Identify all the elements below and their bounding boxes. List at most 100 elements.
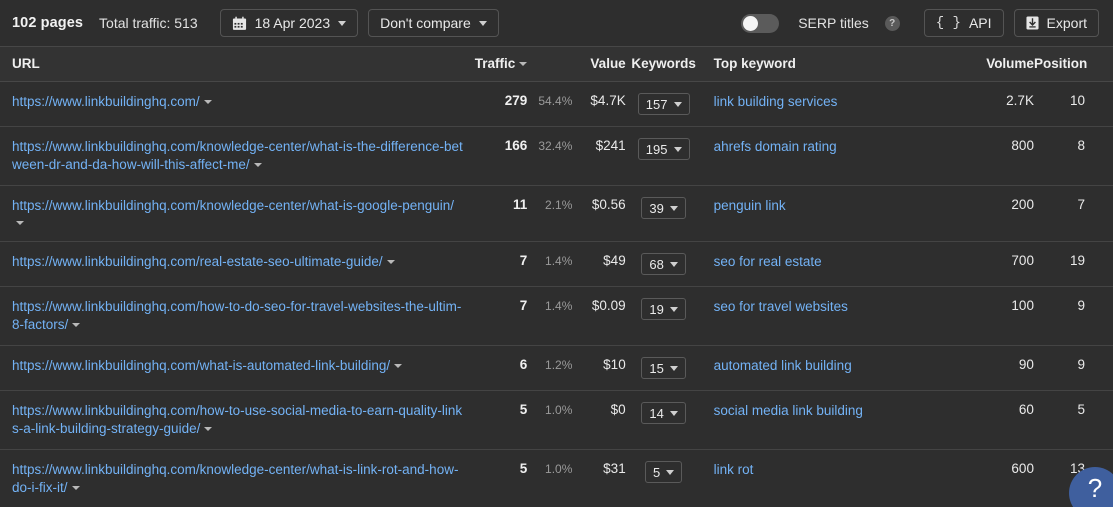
url-menu-chevron-icon[interactable] — [253, 163, 262, 168]
url-link[interactable]: https://www.linkbuildinghq.com/knowledge… — [12, 198, 454, 213]
keywords-count: 14 — [649, 405, 664, 421]
calendar-icon — [232, 16, 247, 31]
top-keyword-link[interactable]: link building services — [714, 94, 838, 109]
volume-value: 90 — [1018, 357, 1034, 372]
date-picker-button[interactable]: 18 Apr 2023 — [219, 9, 359, 37]
position-value: 5 — [1077, 402, 1085, 417]
code-braces-icon: { } — [935, 15, 961, 31]
column-header-keywords[interactable]: Keywords — [625, 46, 702, 82]
cell-traffic: 7 — [463, 286, 528, 346]
chevron-down-icon — [669, 410, 678, 416]
url-link[interactable]: https://www.linkbuildinghq.com/what-is-a… — [12, 358, 390, 373]
toggle-knob — [743, 15, 759, 31]
cell-url: https://www.linkbuildinghq.com/how-to-us… — [0, 390, 464, 450]
keywords-dropdown[interactable]: 157 — [637, 93, 690, 115]
column-header-traffic-label: Traffic — [474, 56, 516, 71]
toolbar-right-group: SERP titles ? { } API Export — [741, 9, 1099, 37]
cell-top-keyword: automated link building — [701, 345, 959, 391]
cell-url: https://www.linkbuildinghq.com/real-esta… — [0, 241, 464, 287]
keywords-dropdown[interactable]: 195 — [637, 138, 690, 160]
url-link[interactable]: https://www.linkbuildinghq.com/how-to-us… — [12, 403, 462, 436]
cell-traffic-share: 1.2% — [527, 345, 573, 391]
serp-titles-help-icon[interactable]: ? — [884, 15, 900, 31]
sort-desc-icon — [519, 62, 528, 67]
question-mark-icon: ? — [1087, 473, 1103, 503]
keywords-dropdown[interactable]: 15 — [641, 357, 686, 379]
position-value: 8 — [1077, 138, 1085, 153]
column-header-value[interactable]: Value — [572, 46, 626, 82]
keywords-dropdown[interactable]: 14 — [641, 402, 686, 424]
keywords-count: 195 — [645, 141, 668, 157]
table-row: https://www.linkbuildinghq.com/knowledge… — [0, 185, 1113, 242]
top-keyword-link[interactable]: seo for real estate — [714, 254, 822, 269]
compare-mode-button[interactable]: Don't compare — [368, 9, 499, 37]
volume-value: 2.7K — [1006, 93, 1034, 108]
table-row: https://www.linkbuildinghq.com/real-esta… — [0, 241, 1113, 287]
keywords-count: 5 — [653, 464, 661, 480]
url-menu-chevron-icon[interactable] — [72, 323, 81, 328]
traffic-share-value: 1.4% — [545, 299, 573, 313]
url-menu-chevron-icon[interactable] — [203, 100, 212, 105]
cell-volume: 800 — [958, 126, 1034, 186]
volume-value: 60 — [1018, 402, 1034, 417]
api-button[interactable]: { } API — [923, 9, 1004, 37]
column-header-url[interactable]: URL — [0, 46, 464, 82]
table-row: https://www.linkbuildinghq.com/knowledge… — [0, 449, 1113, 507]
serp-titles-toggle[interactable] — [741, 13, 780, 33]
column-header-top-keyword[interactable]: Top keyword — [701, 46, 959, 82]
ahrefs-top-pages-panel: 102 pages Total traffic: 513 18 Apr 2023… — [0, 0, 1113, 507]
cell-position: 9 — [1033, 286, 1113, 346]
cell-top-keyword: link building services — [701, 81, 959, 127]
cell-traffic-share: 32.4% — [527, 126, 573, 186]
keywords-count: 19 — [649, 301, 664, 317]
url-menu-chevron-icon[interactable] — [204, 427, 213, 432]
cell-traffic: 279 — [463, 81, 528, 127]
export-button[interactable]: Export — [1013, 9, 1099, 37]
url-link[interactable]: https://www.linkbuildinghq.com/ — [12, 94, 200, 109]
cell-traffic: 6 — [463, 345, 528, 391]
cell-url: https://www.linkbuildinghq.com/how-to-do… — [0, 286, 464, 346]
top-keyword-link[interactable]: social media link building — [714, 403, 863, 418]
column-header-volume[interactable]: Volume — [958, 46, 1034, 82]
chevron-down-icon — [673, 146, 682, 152]
date-picker-label: 18 Apr 2023 — [254, 15, 331, 31]
top-keyword-link[interactable]: automated link building — [714, 358, 852, 373]
volume-value: 800 — [1011, 138, 1034, 153]
top-keyword-link[interactable]: penguin link — [714, 198, 786, 213]
cell-traffic-share: 54.4% — [527, 81, 573, 127]
keywords-dropdown[interactable]: 19 — [641, 298, 686, 320]
top-keyword-link[interactable]: seo for travel websites — [714, 299, 848, 314]
cell-value: $10 — [572, 345, 626, 391]
url-menu-chevron-icon[interactable] — [386, 260, 395, 265]
table-row: https://www.linkbuildinghq.com/how-to-do… — [0, 286, 1113, 346]
chevron-down-icon — [669, 261, 678, 267]
chevron-down-icon — [669, 365, 678, 371]
column-header-traffic[interactable]: Traffic — [463, 46, 528, 82]
column-header-position[interactable]: Position — [1033, 46, 1113, 82]
url-link[interactable]: https://www.linkbuildinghq.com/real-esta… — [12, 254, 383, 269]
top-keyword-link[interactable]: ahrefs domain rating — [714, 139, 837, 154]
traffic-value: 7 — [519, 298, 528, 313]
cell-keywords: 195 — [625, 126, 702, 186]
position-value: 19 — [1069, 253, 1085, 268]
cell-position: 5 — [1033, 390, 1113, 450]
position-value: 7 — [1077, 197, 1085, 212]
chevron-down-icon — [338, 20, 347, 26]
value-amount: $0.09 — [591, 298, 626, 313]
table-row: https://www.linkbuildinghq.com/knowledge… — [0, 126, 1113, 186]
url-menu-chevron-icon[interactable] — [394, 364, 403, 369]
url-link[interactable]: https://www.linkbuildinghq.com/knowledge… — [12, 139, 463, 172]
api-label: API — [968, 15, 992, 31]
top-keyword-link[interactable]: link rot — [714, 462, 754, 477]
cell-traffic-share: 1.4% — [527, 241, 573, 287]
keywords-dropdown[interactable]: 5 — [645, 461, 683, 483]
url-menu-chevron-icon[interactable] — [71, 486, 80, 491]
keywords-count: 68 — [649, 256, 664, 272]
cell-position: 19 — [1033, 241, 1113, 287]
url-menu-chevron-icon[interactable] — [16, 221, 24, 226]
keywords-dropdown[interactable]: 68 — [641, 253, 686, 275]
keywords-dropdown[interactable]: 39 — [641, 197, 686, 219]
value-amount: $31 — [603, 461, 626, 476]
traffic-value: 279 — [504, 93, 528, 108]
cell-value: $4.7K — [572, 81, 626, 127]
